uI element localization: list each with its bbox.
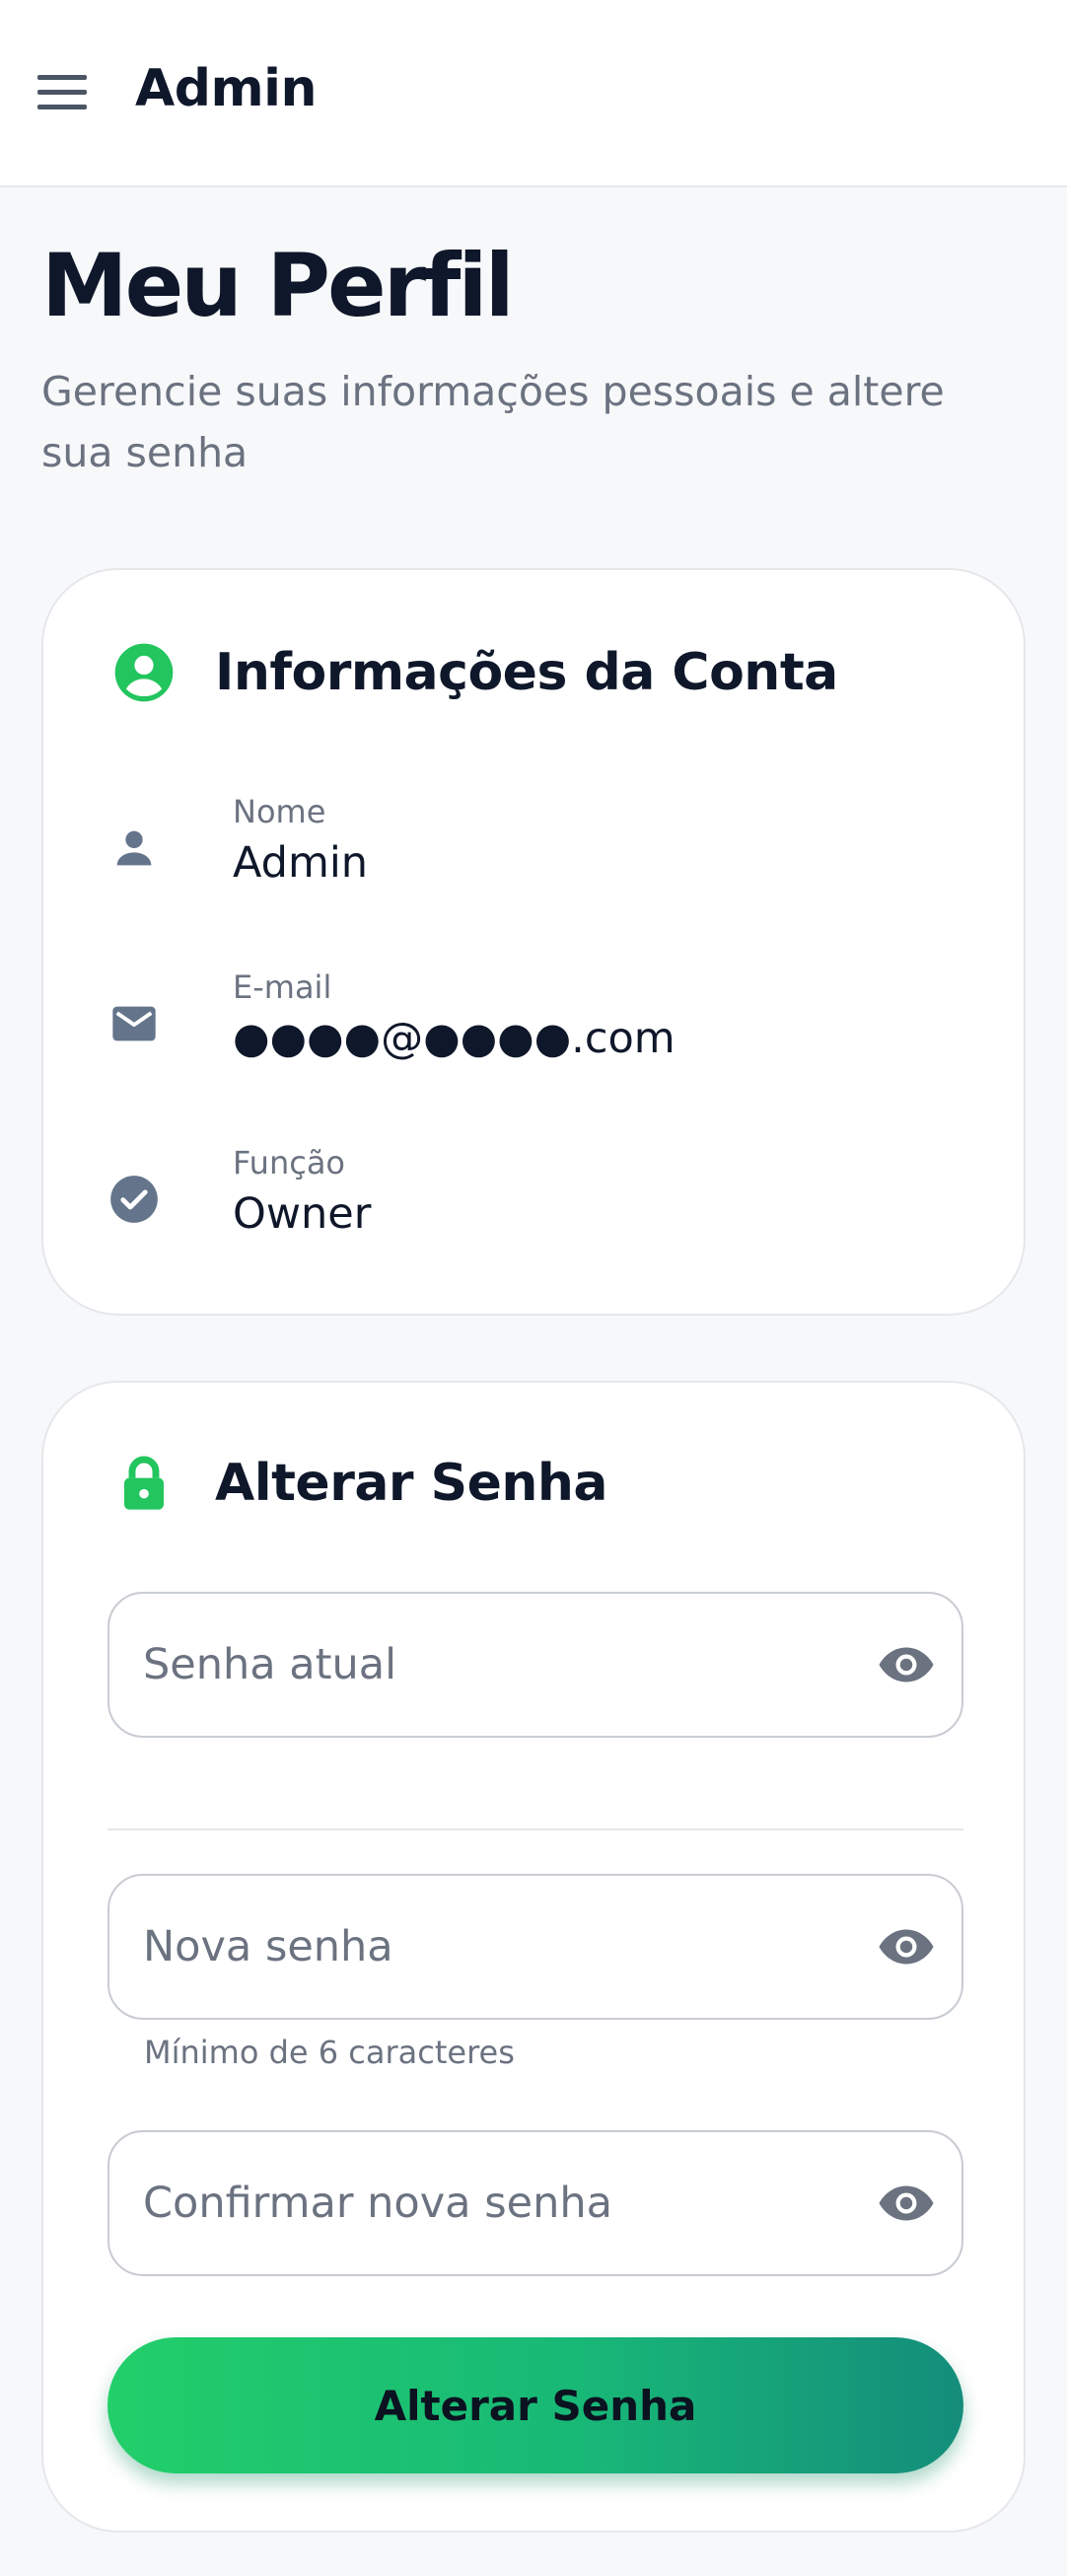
eye-icon[interactable]	[877, 2178, 936, 2229]
new-password-helper: Mínimo de 6 caracteres	[144, 2034, 515, 2071]
password-card-title: Alterar Senha	[215, 1454, 608, 1513]
person-icon	[116, 830, 152, 866]
change-password-card: Alterar Senha Mínimo de 6 caracteres Alt…	[41, 1381, 1026, 2533]
current-password-field	[107, 1592, 963, 1738]
app-bar-title: Admin	[135, 59, 318, 118]
confirm-password-field	[107, 2130, 963, 2276]
app-bar: Admin	[0, 0, 1067, 187]
current-password-input[interactable]	[143, 1594, 853, 1736]
name-value: Admin	[233, 838, 369, 888]
menu-icon[interactable]	[37, 75, 87, 110]
info-row-name: Nome Admin	[108, 793, 957, 911]
page-subtitle: Gerencie suas informações pessoais e alt…	[41, 368, 945, 476]
account-info-card: Informações da Conta Nome Admin E-mail ●…	[41, 568, 1026, 1316]
password-card-header: Alterar Senha	[112, 1452, 608, 1515]
confirm-password-input[interactable]	[143, 2132, 853, 2274]
eye-icon[interactable]	[877, 1639, 936, 1690]
new-password-input[interactable]	[143, 1876, 853, 2018]
new-password-field	[107, 1874, 963, 2020]
lock-icon	[124, 1456, 164, 1510]
account-circle-icon	[114, 643, 174, 702]
page-title: Meu Perfil	[41, 235, 515, 336]
info-row-role: Função Owner	[108, 1144, 957, 1262]
email-label: E-mail	[233, 968, 332, 1006]
eye-icon[interactable]	[877, 1921, 936, 1972]
email-value: ●●●●@●●●●.com	[233, 1014, 676, 1063]
role-value: Owner	[233, 1189, 372, 1239]
divider	[107, 1828, 963, 1830]
name-label: Nome	[233, 793, 326, 830]
info-row-email: E-mail ●●●●@●●●●.com	[108, 968, 957, 1087]
account-card-title: Informações da Conta	[215, 643, 838, 702]
role-label: Função	[233, 1144, 345, 1181]
account-card-header: Informações da Conta	[112, 641, 838, 704]
check-circle-icon	[110, 1176, 158, 1223]
change-password-button[interactable]: Alterar Senha	[107, 2337, 963, 2473]
mail-icon	[112, 1006, 156, 1041]
